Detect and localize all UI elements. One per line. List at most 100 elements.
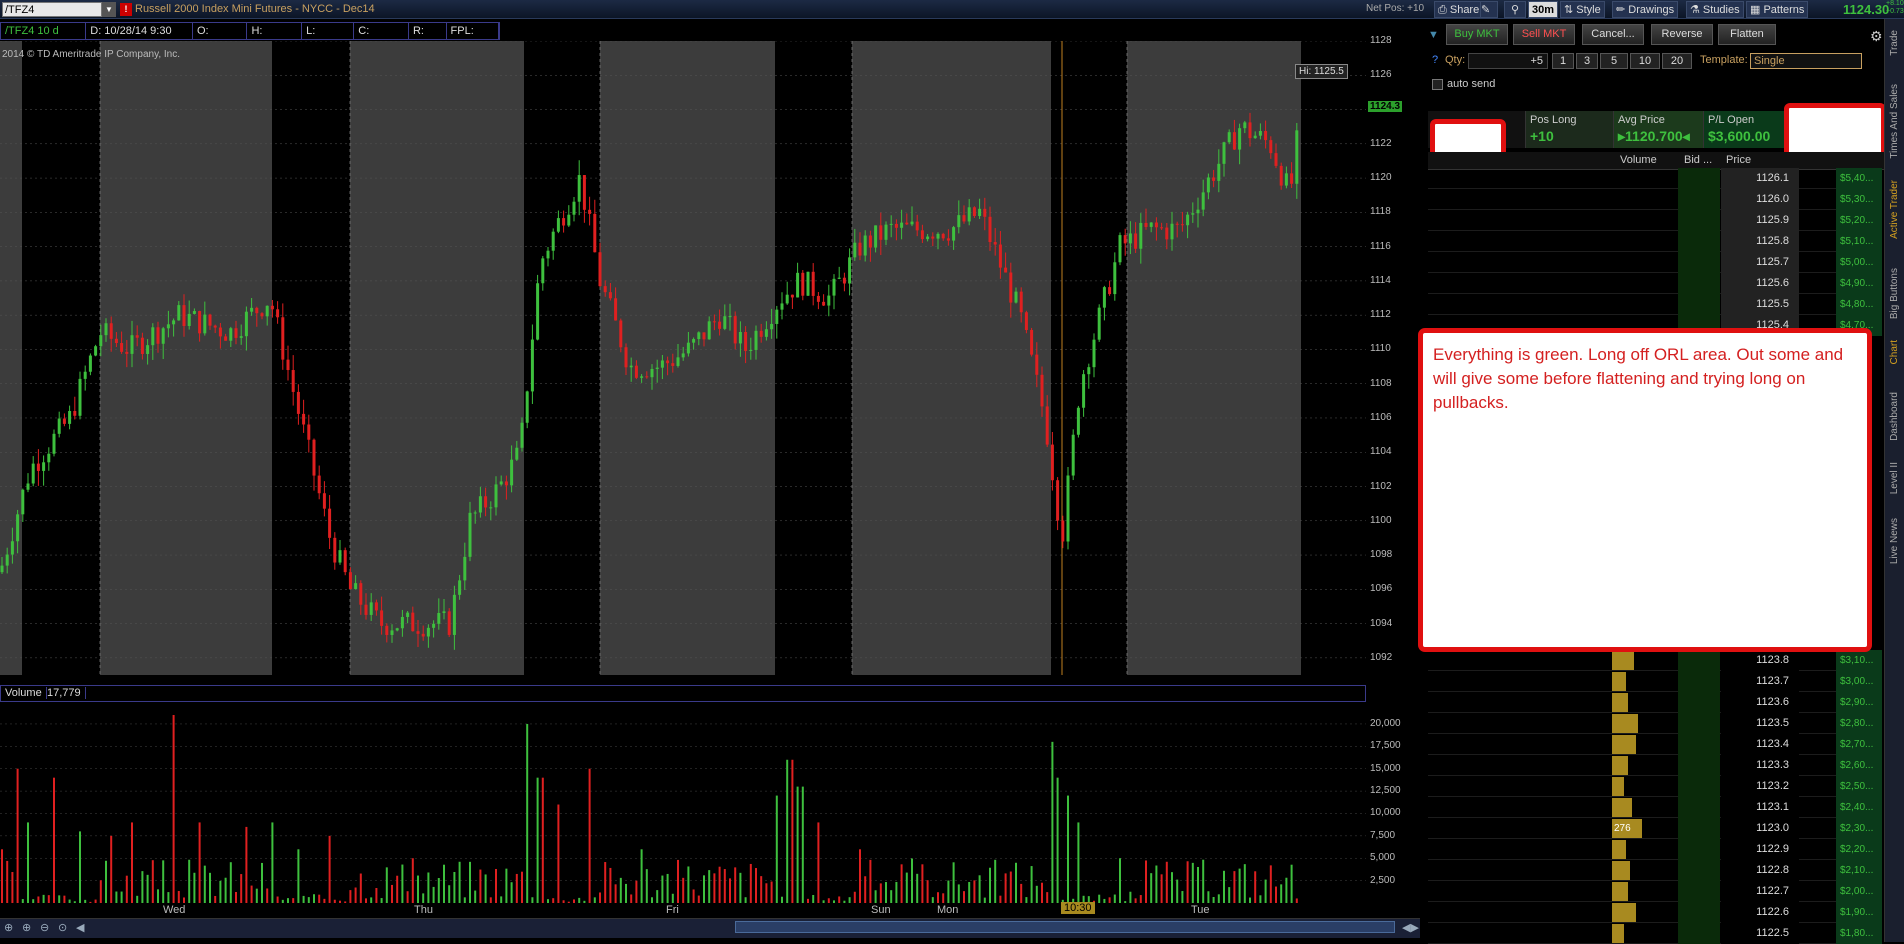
gear-icon[interactable]: ⚙ [1870,28,1883,45]
bid-cell[interactable] [1678,902,1720,923]
tab-chart[interactable]: Chart [1889,340,1900,364]
bid-cell[interactable] [1678,168,1720,189]
template-select[interactable]: Single [1750,53,1862,69]
ladder-row[interactable]: 1125.5 $4,80... [1428,294,1882,315]
ladder-row[interactable]: 1122.9 $2,20... [1428,839,1882,860]
horizontal-scrollbar[interactable] [735,921,1395,933]
cancel-button[interactable]: Cancel... [1582,24,1644,45]
ladder-row[interactable]: 1122.8 $2,10... [1428,860,1882,881]
drawings-button[interactable]: ✏ Drawings [1612,1,1679,18]
bid-cell[interactable] [1678,881,1720,902]
ladder-row[interactable]: 1122.6 $1,90... [1428,902,1882,923]
zoom-in-icon[interactable]: ⊕ [22,921,31,934]
bid-cell[interactable] [1678,923,1720,944]
ladder-row[interactable]: 1123.6 $2,90... [1428,692,1882,713]
volume-bar [619,877,622,903]
volume-bar [1160,874,1163,903]
ladder-row[interactable]: 1123.7 $3,00... [1428,671,1882,692]
collapse-icon[interactable]: ▼ [1428,29,1439,41]
tab-trade[interactable]: Trade [1889,30,1900,56]
ladder-row[interactable]: 1123.1 $2,40... [1428,797,1882,818]
ladder-row[interactable]: 1125.6 $4,90... [1428,273,1882,294]
qty-preset-button[interactable]: 5 [1600,53,1628,69]
qty-input[interactable]: +5 [1468,53,1548,69]
tab-active-trader[interactable]: Active Trader [1889,180,1900,239]
ladder-row[interactable]: 1122.7 $2,00... [1428,881,1882,902]
candle-body [931,236,935,239]
tab-dashboard[interactable]: Dashboard [1889,392,1900,441]
candle-body [603,286,607,293]
bid-cell[interactable] [1678,713,1720,734]
candle-body [130,335,134,354]
zoom-fit-icon[interactable]: ⊙ [58,921,67,934]
bid-cell[interactable] [1678,839,1720,860]
bid-cell[interactable] [1678,252,1720,273]
volume-bar [110,835,113,903]
scroll-left-icon[interactable]: ◀ [76,921,84,934]
ladder-row[interactable]: 1125.8 $5,10... [1428,231,1882,252]
ladder-row[interactable]: 1125.7 $5,00... [1428,252,1882,273]
ladder-row[interactable]: 1126.1 $5,40... [1428,168,1882,189]
candle-body [140,337,144,354]
zoom-out-icon[interactable]: ⊖ [40,921,49,934]
ladder-row[interactable]: 1123.5 $2,80... [1428,713,1882,734]
patterns-button[interactable]: ▦ Patterns [1746,1,1809,18]
help-icon[interactable]: ? [1432,53,1438,69]
ladder-row[interactable]: 1125.9 $5,20... [1428,210,1882,231]
bid-cell[interactable] [1678,860,1720,881]
bid-cell[interactable] [1678,294,1720,315]
alert-icon[interactable]: ! [120,3,132,16]
bid-cell[interactable] [1678,776,1720,797]
price-tick: 1098 [1370,549,1393,561]
tab-big-buttons[interactable]: Big Buttons [1889,268,1900,319]
chevron-down-icon[interactable]: ▼ [102,2,116,17]
volume-bar [401,864,404,903]
qty-preset-button[interactable]: 10 [1630,53,1660,69]
ladder-row[interactable]: 1123.2 $2,50... [1428,776,1882,797]
ladder-price: 1122.8 [1721,860,1799,881]
qty-preset-button[interactable]: 3 [1576,53,1598,69]
studies-button[interactable]: ⚗ Studies [1686,1,1744,18]
bid-cell[interactable] [1678,671,1720,692]
volume-chart[interactable] [0,703,1366,903]
style-button[interactable]: ⇅ Style [1560,1,1605,18]
volume-bar [99,880,102,903]
bid-cell[interactable] [1678,210,1720,231]
ladder-row[interactable]: 1123.3 $2,60... [1428,755,1882,776]
symbol-input[interactable]: /TFZ4 [2,2,102,17]
zoom-in-icon[interactable]: ⊕ [4,921,13,934]
tab-live-news[interactable]: Live News [1889,518,1900,564]
bid-cell[interactable] [1678,797,1720,818]
link-icon[interactable]: ⚲ [1504,1,1526,18]
qty-preset-button[interactable]: 1 [1552,53,1574,69]
bid-cell[interactable] [1678,189,1720,210]
sell-market-button[interactable]: Sell MKT [1513,24,1575,45]
tab-level-ii[interactable]: Level II [1889,462,1900,494]
auto-send-checkbox[interactable] [1432,79,1443,90]
timeframe-button[interactable]: 30m [1528,1,1559,18]
ladder-row[interactable]: 1123.4 $2,70... [1428,734,1882,755]
qty-preset-button[interactable]: 20 [1662,53,1692,69]
expand-icon[interactable]: ◀▶ [1402,921,1419,934]
volume-bar [1009,871,1012,903]
tab-times-and-sales[interactable]: Times And Sales [1889,84,1900,159]
flatten-button[interactable]: Flatten [1718,24,1776,45]
buy-market-button[interactable]: Buy MKT [1446,24,1508,45]
bid-cell[interactable] [1678,734,1720,755]
ladder-row[interactable]: 1126.0 $5,30... [1428,189,1882,210]
wrench-icon[interactable]: ✎ [1480,1,1498,18]
bid-cell[interactable] [1678,273,1720,294]
volume-bar [801,786,804,903]
ladder-row[interactable]: 1123.8 $3,10... [1428,650,1882,671]
bid-cell[interactable] [1678,650,1720,671]
reverse-button[interactable]: Reverse [1651,24,1713,45]
ladder-row[interactable]: 1122.5 $1,80... [1428,923,1882,944]
bid-cell[interactable] [1678,755,1720,776]
bid-cell[interactable] [1678,818,1720,839]
share-button[interactable]: ⎙ Share [1434,1,1484,18]
bid-cell[interactable] [1678,231,1720,252]
ladder-row[interactable]: 1123.0 $2,30... 276 [1428,818,1882,839]
price-chart[interactable] [0,41,1366,675]
candle-body [1227,132,1231,143]
bid-cell[interactable] [1678,692,1720,713]
